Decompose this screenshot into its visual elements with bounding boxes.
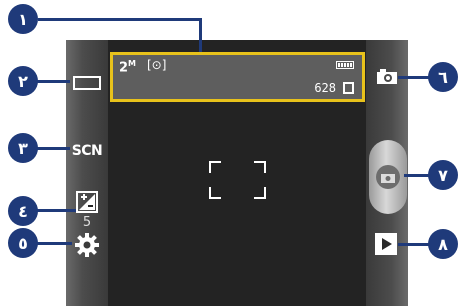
callout-line-8 [398, 243, 430, 246]
shots-remaining: 628 [314, 81, 336, 95]
callout-3: ٣ [8, 133, 38, 163]
callout-line-7 [404, 174, 430, 177]
metering-indicator: [⊙] [147, 58, 167, 72]
shutter-button[interactable] [369, 140, 407, 214]
exposure-value: 5 [82, 214, 92, 230]
resolution-indicator: 2M [119, 59, 137, 76]
callout-7: ٧ [428, 160, 458, 190]
callout-4: ٤ [8, 196, 38, 226]
callout-6: ٦ [428, 62, 458, 92]
callout-line-2 [36, 80, 70, 83]
exposure-button[interactable]: 5 [72, 187, 102, 233]
scene-mode-button[interactable]: SCN [67, 140, 107, 162]
aspect-ratio-button[interactable] [70, 72, 104, 94]
frame-icon [73, 76, 101, 90]
gallery-button[interactable] [373, 231, 399, 257]
callout-line-1 [38, 18, 200, 21]
callout-line-4 [36, 209, 76, 212]
battery-icon [336, 61, 354, 69]
play-icon [375, 233, 397, 255]
callout-5: ٥ [8, 228, 38, 258]
exposure-icon [76, 190, 98, 213]
callout-line-5 [36, 242, 72, 245]
callout-line-3 [36, 147, 70, 150]
gear-icon [75, 233, 99, 257]
callout-line-1-drop [199, 18, 202, 52]
callout-line-6 [398, 76, 430, 79]
callout-1: ١ [8, 4, 38, 34]
callout-2: ٢ [8, 66, 38, 96]
shutter-camera-icon [376, 165, 400, 189]
callout-8: ٨ [428, 229, 458, 259]
status-indicator-panel: 2M [⊙] 628 [110, 52, 365, 102]
camera-icon [377, 69, 397, 84]
memory-card-icon [343, 82, 354, 94]
settings-button[interactable] [71, 230, 103, 260]
